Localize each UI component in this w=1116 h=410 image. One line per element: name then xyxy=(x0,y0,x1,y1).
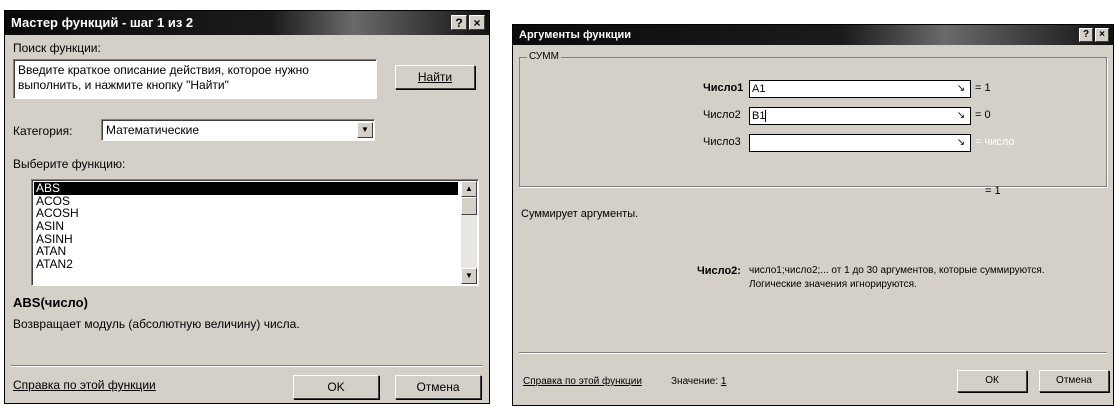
list-item[interactable]: ATAN xyxy=(34,245,478,258)
category-label: Категория: xyxy=(13,124,73,138)
scroll-thumb[interactable] xyxy=(461,197,477,215)
cancel-button[interactable]: Отмена xyxy=(1039,370,1109,392)
select-function-label: Выберите функцию: xyxy=(13,157,126,171)
close-icon[interactable]: × xyxy=(1095,28,1109,42)
arg-input-2-value: B1 xyxy=(752,110,766,122)
search-input[interactable]: Введите краткое описание действия, котор… xyxy=(13,59,377,99)
collapse-dialog-icon[interactable]: ↘ xyxy=(953,136,969,150)
function-description: Суммирует аргументы. xyxy=(521,208,639,220)
arg-result-3: = число xyxy=(975,136,1015,148)
help-icon[interactable]: ? xyxy=(451,15,467,30)
chevron-down-icon[interactable]: ▼ xyxy=(357,122,373,138)
dialog-title: Аргументы функции xyxy=(519,29,631,41)
arg-input-3[interactable]: ↘ xyxy=(749,134,971,152)
arg-label-3: Число3 xyxy=(703,136,741,148)
category-select[interactable]: Математические ▼ xyxy=(101,119,375,141)
value-label: Значение: 1 xyxy=(671,376,726,387)
divider xyxy=(519,352,1107,354)
group-label: СУММ xyxy=(527,51,561,62)
arg-label-2: Число2 xyxy=(703,109,741,121)
arg-result-2: = 0 xyxy=(975,109,991,121)
function-signature: ABS(число) xyxy=(13,295,88,310)
value-label-text: Значение: xyxy=(671,376,719,387)
search-label: Поиск функции: xyxy=(13,41,101,55)
help-link[interactable]: Справка по этой функции xyxy=(13,378,156,392)
list-item[interactable]: ATAN2 xyxy=(34,258,478,271)
help-link[interactable]: Справка по этой функции xyxy=(523,376,642,387)
function-arguments-titlebar: Аргументы функции ? × xyxy=(513,25,1113,45)
arg-input-1-value: A1 xyxy=(752,83,766,95)
collapse-dialog-icon[interactable]: ↘ xyxy=(953,82,969,96)
total-result: = 1 xyxy=(985,185,1001,197)
ok-button[interactable]: ОК xyxy=(957,370,1027,392)
divider xyxy=(11,365,483,367)
arg-result-1: = 1 xyxy=(975,82,991,94)
arg-help-label: Число2: xyxy=(697,265,741,277)
function-wizard-titlebar: Мастер функций - шаг 1 из 2 ? × xyxy=(5,11,489,35)
cancel-button[interactable]: Отмена xyxy=(395,375,481,399)
ok-button[interactable]: OK xyxy=(293,375,379,399)
list-item[interactable]: ASINH xyxy=(34,233,478,246)
arg-label-1: Число1 xyxy=(703,82,744,94)
list-item[interactable]: ASIN xyxy=(34,220,478,233)
arg-help-line1: число1;число2;... от 1 до 30 аргументов,… xyxy=(749,265,1045,276)
scrollbar[interactable]: ▲ ▼ xyxy=(461,181,477,284)
dialog-title: Мастер функций - шаг 1 из 2 xyxy=(11,15,194,30)
list-item[interactable]: ABS xyxy=(34,182,458,195)
collapse-dialog-icon[interactable]: ↘ xyxy=(953,109,969,123)
help-icon[interactable]: ? xyxy=(1079,28,1093,42)
find-button[interactable]: Найти xyxy=(395,65,475,89)
arg-input-2[interactable]: B1 ↘ xyxy=(749,107,971,125)
arg-help-line2: Логические значения игнорируются. xyxy=(749,279,917,290)
function-arguments-dialog: Аргументы функции ? × СУММ Число1 A1 ↘ =… xyxy=(512,24,1114,406)
arg-input-1[interactable]: A1 ↘ xyxy=(749,80,971,98)
scroll-up-icon[interactable]: ▲ xyxy=(461,181,477,197)
search-input-text: Введите краткое описание действия, котор… xyxy=(18,63,309,92)
function-list[interactable]: ABS ACOS ACOSH ASIN ASINH ATAN ATAN2 ▲ ▼ xyxy=(31,179,479,286)
text-cursor xyxy=(765,110,767,123)
list-item[interactable]: ACOS xyxy=(34,194,478,208)
function-wizard-dialog: Мастер функций - шаг 1 из 2 ? × Поиск фу… xyxy=(4,10,490,404)
function-description: Возвращает модуль (абсолютную величину) … xyxy=(13,317,300,331)
category-value: Математические xyxy=(106,123,199,137)
value-text: 1 xyxy=(720,376,727,387)
scroll-down-icon[interactable]: ▼ xyxy=(461,268,477,284)
list-item[interactable]: ACOSH xyxy=(34,207,478,220)
close-icon[interactable]: × xyxy=(469,15,485,30)
